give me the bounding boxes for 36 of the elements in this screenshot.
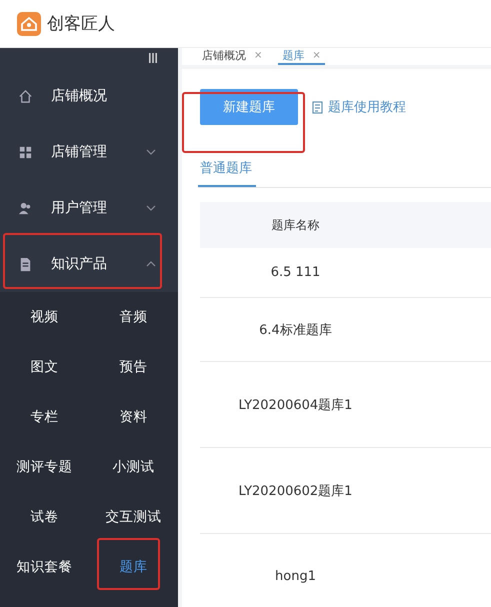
page-tab[interactable]: 店铺概况 × <box>198 48 266 65</box>
grid-icon <box>18 144 33 160</box>
chevron-icon <box>146 205 156 211</box>
users-icon <box>18 200 33 216</box>
table-cell: hong1 <box>275 569 316 584</box>
page-tab[interactable]: 题库 × <box>278 48 325 65</box>
highlight-frame <box>97 538 160 590</box>
sidebar-item[interactable]: 用户管理 <box>0 180 178 236</box>
home-icon <box>18 88 33 104</box>
submenu-item[interactable]: 知识套餐 <box>0 542 89 592</box>
sidebar-item[interactable]: 店铺管理 <box>0 124 178 180</box>
submenu-item[interactable]: 小测试 <box>89 442 178 492</box>
submenu-item[interactable]: 视频 <box>0 292 89 342</box>
chevron-icon <box>146 149 156 155</box>
submenu-item[interactable]: 音频 <box>89 292 178 342</box>
document-icon <box>312 100 323 114</box>
submenu-item[interactable]: 专栏 <box>0 392 89 442</box>
submenu-item[interactable]: 试卷 <box>0 492 89 542</box>
chevron-icon <box>146 261 156 267</box>
table-cell-text: LY20200602题库1 <box>238 482 352 500</box>
logo-icon <box>17 12 41 36</box>
menu-icon[interactable] <box>148 53 158 63</box>
submenu-item[interactable]: 题库 <box>89 542 178 592</box>
submenu-item[interactable]: 测评专题 <box>0 442 89 492</box>
document-icon <box>18 256 33 272</box>
submenu-item[interactable]: 交互测试 <box>89 492 178 542</box>
table-cell-text: 6.4标准题库 <box>259 322 332 338</box>
table-cell: 6.5 111 <box>270 265 320 280</box>
brand-name: 创客匠人 <box>47 13 115 35</box>
submenu-item[interactable]: 图文 <box>0 342 89 392</box>
submenu-item[interactable]: 资料 <box>89 392 178 442</box>
sidebar-item[interactable]: 店铺概况 <box>0 68 178 124</box>
table-cell-text: LY20200604题库1 <box>238 396 352 414</box>
column-header: 题库名称 <box>200 202 491 248</box>
submenu-item[interactable]: 预告 <box>89 342 178 392</box>
sidebar-item[interactable]: 知识产品 <box>0 236 178 292</box>
